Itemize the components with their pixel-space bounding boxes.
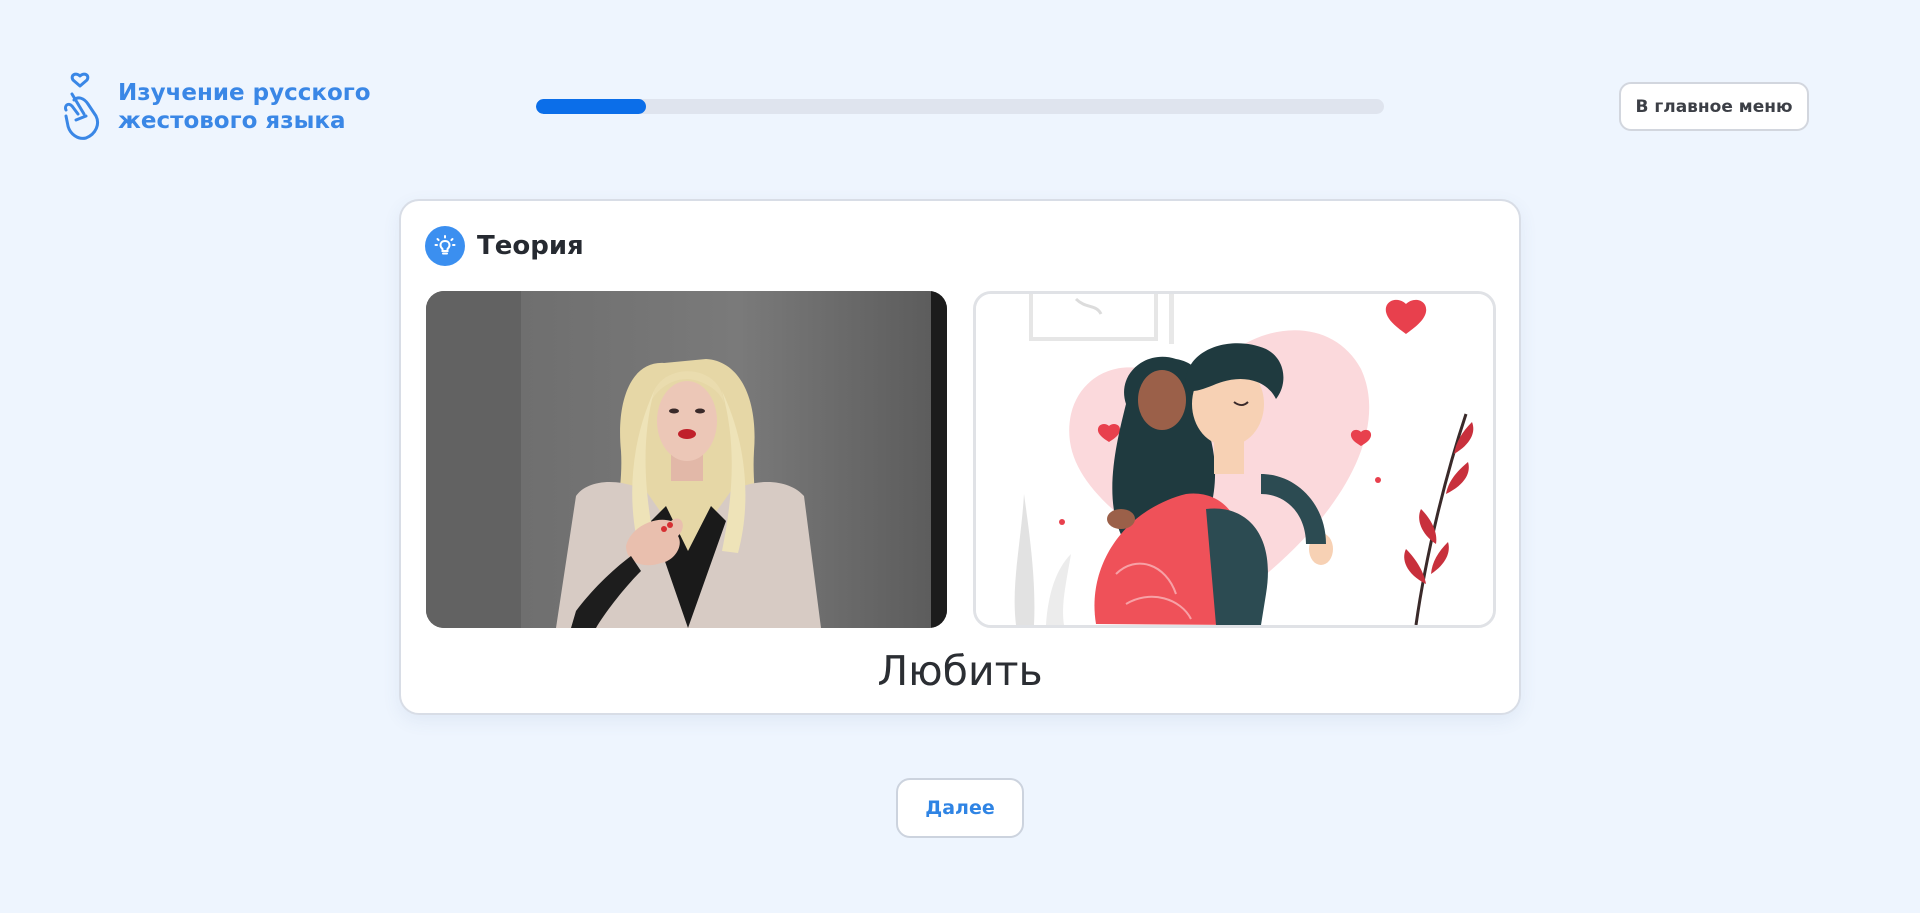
theory-card: Теория Любить bbox=[399, 199, 1521, 715]
sign-video[interactable] bbox=[426, 291, 947, 628]
progress-bar-fill bbox=[536, 99, 647, 114]
next-button[interactable]: Далее bbox=[896, 778, 1024, 838]
logo-title-line2: жестового языка bbox=[118, 108, 346, 134]
logo-link[interactable]: Изучение русского жестового языка bbox=[62, 72, 371, 142]
sign-word: Любить bbox=[877, 647, 1043, 695]
heart-hand-icon bbox=[64, 72, 100, 140]
lightbulb-icon bbox=[425, 226, 465, 266]
main-menu-button[interactable]: В главное меню bbox=[1619, 82, 1809, 131]
card-header: Теория bbox=[425, 226, 584, 266]
logo-title-line1: Изучение русского bbox=[118, 80, 371, 106]
progress-bar bbox=[536, 99, 1384, 114]
love-illustration bbox=[973, 291, 1496, 628]
card-title: Теория bbox=[477, 231, 584, 261]
